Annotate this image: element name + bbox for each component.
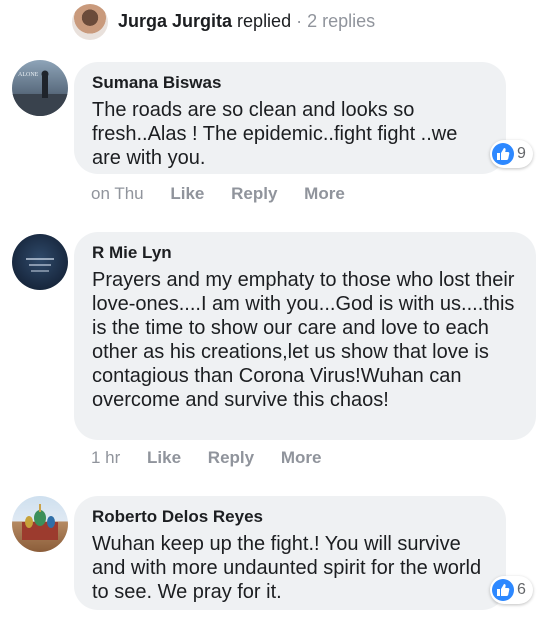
- comment-author[interactable]: Sumana Biswas: [92, 72, 490, 94]
- comment-actions: on Thu Like Reply More: [91, 184, 345, 204]
- reply-button[interactable]: Reply: [208, 448, 254, 468]
- avatar-photo: ALONE: [12, 70, 68, 116]
- comment-time[interactable]: 1 hr: [91, 448, 120, 468]
- reply-author-name[interactable]: Jurga Jurgita: [118, 11, 232, 31]
- avatar-photo: [26, 258, 54, 272]
- more-button[interactable]: More: [304, 184, 345, 204]
- comment-bubble: Roberto Delos Reyes Wuhan keep up the fi…: [74, 496, 506, 610]
- avatar-photo: [22, 504, 58, 540]
- comment-author[interactable]: Roberto Delos Reyes: [92, 506, 490, 528]
- reply-button[interactable]: Reply: [231, 184, 277, 204]
- comment-text: Prayers and my emphaty to those who lost…: [92, 269, 515, 411]
- more-button[interactable]: More: [281, 448, 322, 468]
- comment-bubble: R Mie Lyn Prayers and my emphaty to thos…: [74, 232, 536, 440]
- like-thumb-icon: [492, 579, 514, 601]
- replies-summary[interactable]: Jurga Jurgita replied · 2 replies: [118, 11, 375, 32]
- comment-time[interactable]: on Thu: [91, 184, 144, 204]
- comment-text: The roads are so clean and looks so fres…: [92, 99, 458, 169]
- reaction-count: 6: [517, 581, 526, 598]
- avatar-roberto-delos-reyes[interactable]: [12, 496, 68, 552]
- avatar-jurga-jurgita[interactable]: [72, 4, 108, 40]
- comment-bubble: Sumana Biswas The roads are so clean and…: [74, 62, 506, 174]
- like-thumb-icon: [492, 143, 514, 165]
- avatar-caption: ALONE: [18, 72, 39, 78]
- avatar-sumana-biswas[interactable]: ALONE: [12, 60, 68, 116]
- like-button[interactable]: Like: [170, 184, 204, 204]
- reaction-count: 9: [517, 145, 526, 162]
- avatar-r-mie-lyn[interactable]: [12, 234, 68, 290]
- reply-separator: ·: [296, 11, 303, 31]
- reaction-count-badge[interactable]: 6: [490, 576, 533, 604]
- reply-verb: replied: [237, 11, 292, 31]
- comment-author[interactable]: R Mie Lyn: [92, 242, 520, 264]
- like-button[interactable]: Like: [147, 448, 181, 468]
- comment-text: Wuhan keep up the fight.! You will survi…: [92, 533, 482, 603]
- reply-count[interactable]: 2 replies: [307, 11, 375, 31]
- reaction-count-badge[interactable]: 9: [490, 140, 533, 168]
- comment-actions: 1 hr Like Reply More: [91, 448, 321, 468]
